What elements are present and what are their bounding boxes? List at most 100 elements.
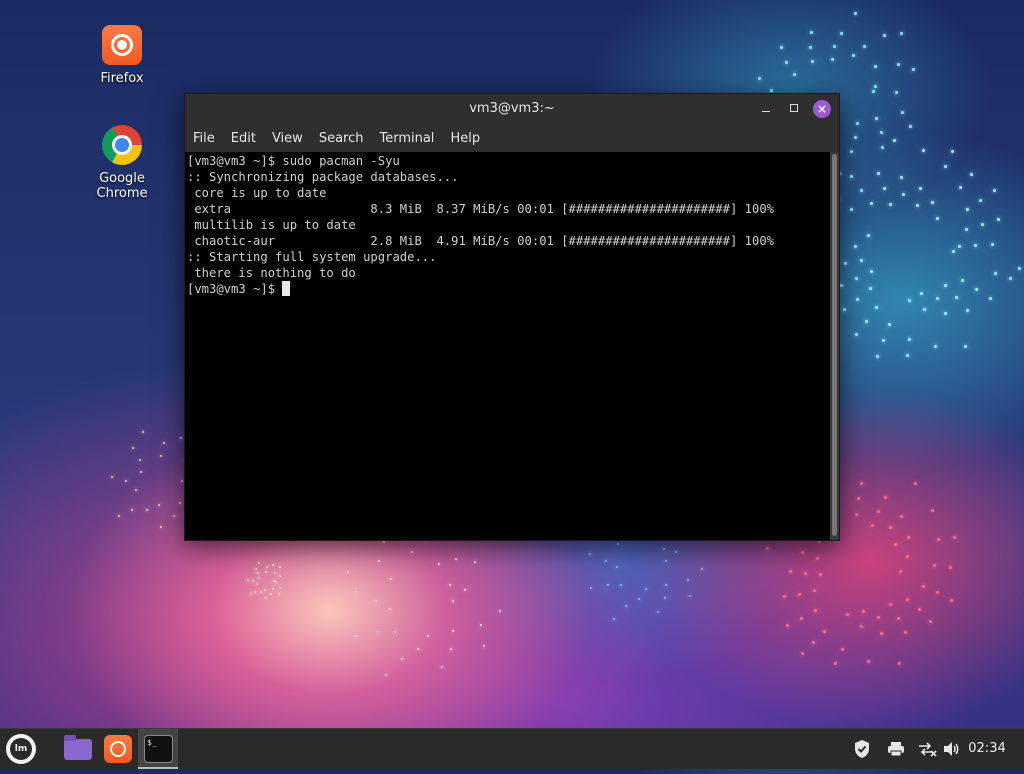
desktop-icon-google-chrome[interactable]: Google Chrome	[72, 125, 172, 201]
firework-spark	[850, 174, 854, 178]
firework-spark	[701, 568, 704, 571]
menu-terminal[interactable]: Terminal	[379, 131, 434, 146]
firework-spark	[616, 543, 619, 546]
firework-spark	[918, 186, 922, 190]
firework-spark	[963, 345, 967, 349]
firework-spark	[889, 526, 893, 530]
minimize-button[interactable]	[757, 100, 775, 118]
volume-icon[interactable]	[940, 729, 964, 769]
firework-spark	[247, 578, 249, 581]
firework-spark	[645, 587, 648, 590]
firework-spark	[254, 590, 257, 593]
firework-spark	[615, 566, 618, 569]
firework-spark	[378, 560, 381, 563]
firework-spark	[880, 146, 884, 150]
firework-spark	[936, 217, 940, 221]
firework-spark	[765, 547, 769, 551]
firework-spark	[949, 566, 953, 570]
terminal-scrollbar[interactable]	[830, 152, 839, 540]
firework-spark	[955, 296, 959, 300]
firework-spark	[860, 259, 864, 263]
printer-icon[interactable]	[884, 729, 908, 769]
firework-spark	[482, 645, 485, 648]
firework-spark	[758, 77, 762, 81]
firework-spark	[855, 512, 859, 516]
firework-spark	[936, 591, 940, 595]
firework-spark	[874, 116, 878, 120]
firework-spark	[819, 573, 823, 577]
firework-spark	[833, 44, 837, 48]
firefox-launcher-icon[interactable]	[104, 735, 132, 763]
firework-spark	[384, 673, 387, 676]
firework-spark	[272, 588, 274, 591]
firework-spark	[877, 616, 881, 620]
firework-spark	[876, 171, 880, 175]
firework-spark	[867, 659, 871, 663]
firework-spark	[173, 515, 176, 518]
maximize-button[interactable]	[785, 100, 803, 118]
desktop-icon-label: Firefox	[100, 71, 144, 86]
terminal-prompt-line[interactable]: [vm3@vm3 ~]$	[187, 281, 830, 297]
firework-spark	[803, 572, 807, 576]
firework-spark	[782, 595, 786, 599]
menu-view[interactable]: View	[272, 131, 303, 146]
firework-spark	[840, 31, 843, 35]
firework-spark	[801, 550, 805, 554]
firework-spark	[871, 524, 875, 527]
firework-spark	[451, 600, 454, 602]
firework-spark	[131, 446, 134, 449]
menu-file[interactable]: File	[193, 131, 215, 146]
firework-spark	[266, 565, 269, 568]
terminal-output[interactable]: [vm3@vm3 ~]$ sudo pacman -Syu :: Synchro…	[185, 152, 830, 540]
firework-spark	[808, 45, 812, 49]
menu-edit[interactable]: Edit	[231, 131, 256, 146]
firework-spark	[451, 630, 454, 633]
window-titlebar[interactable]: vm3@vm3:~ ×	[185, 94, 839, 124]
firework-spark	[884, 495, 888, 499]
taskbar: lm $_ 02:34	[0, 728, 1024, 769]
firework-spark	[896, 62, 900, 66]
firework-spark	[786, 623, 790, 627]
start-menu-button[interactable]: lm	[0, 729, 36, 769]
menu-search[interactable]: Search	[319, 131, 364, 146]
firework-spark	[812, 641, 816, 645]
shield-icon[interactable]	[850, 729, 874, 769]
close-button[interactable]: ×	[813, 100, 831, 118]
firework-spark	[279, 565, 282, 568]
network-icon[interactable]	[914, 729, 940, 769]
firework-spark	[278, 593, 281, 596]
firework-spark	[800, 651, 804, 655]
firework-spark	[663, 597, 666, 600]
firework-spark	[416, 648, 419, 651]
clock[interactable]: 02:34	[966, 729, 1008, 769]
firework-spark	[923, 308, 927, 312]
terminal-window[interactable]: vm3@vm3:~ × File Edit View Search Termin…	[184, 93, 840, 541]
firework-spark	[920, 292, 923, 296]
firework-spark	[454, 558, 457, 561]
desktop-icon-firefox[interactable]: Firefox	[72, 25, 172, 86]
firework-spark	[275, 580, 278, 583]
firework-spark	[855, 333, 859, 337]
firework-spark	[860, 625, 863, 628]
firework-spark	[861, 609, 865, 613]
firework-spark	[257, 576, 260, 579]
firework-spark	[906, 555, 910, 559]
firework-spark	[158, 503, 161, 506]
firework-spark	[888, 603, 892, 607]
firework-spark	[179, 437, 182, 440]
firework-spark	[943, 284, 947, 288]
firework-spark	[823, 630, 827, 634]
firework-spark	[809, 30, 813, 34]
firework-spark	[1017, 267, 1021, 271]
firework-spark	[974, 243, 978, 247]
terminal-line: [vm3@vm3 ~]$ sudo pacman -Syu	[187, 154, 400, 168]
firework-spark	[980, 222, 984, 226]
files-folder-icon[interactable]	[64, 735, 92, 760]
scrollbar-thumb[interactable]	[832, 154, 837, 536]
terminal-line: multilib is up to date	[187, 218, 356, 232]
firework-spark	[264, 588, 267, 591]
firework-spark	[258, 562, 261, 565]
firework-spark	[272, 564, 275, 567]
menu-help[interactable]: Help	[450, 131, 480, 146]
firework-spark	[686, 578, 689, 581]
